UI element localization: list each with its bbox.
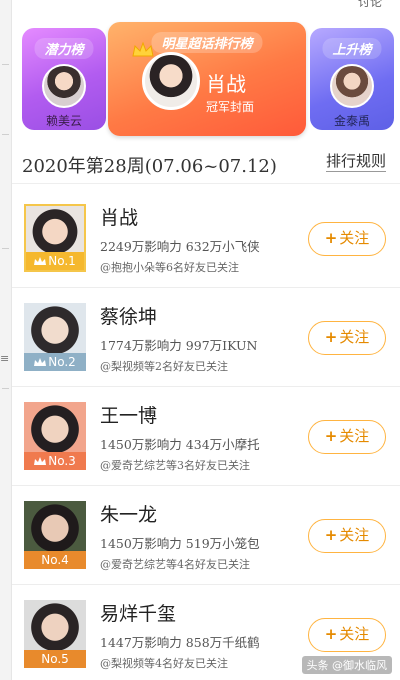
rising-list-card[interactable]: 上升榜 金泰禹 bbox=[310, 28, 394, 130]
star-photo: No.2 bbox=[24, 303, 86, 371]
potential-list-title: 潜力榜 bbox=[34, 38, 94, 59]
ranking-row[interactable]: No.2 蔡徐坤 1774万影响力 997万IKUN @梨视频等2名好友已关注 … bbox=[12, 288, 400, 387]
ranking-rules-link[interactable]: 排行规则 bbox=[325, 150, 386, 172]
star-name[interactable]: 朱一龙 bbox=[100, 500, 157, 527]
follow-button[interactable]: + 关注 bbox=[308, 222, 386, 256]
rank-badge: No.2 bbox=[24, 353, 86, 371]
friends-followed[interactable]: @爱奇艺综艺等4名好友已关注 bbox=[100, 556, 250, 572]
rank-badge: No.5 bbox=[24, 650, 86, 668]
friends-followed[interactable]: @抱抱小朵等6名好友已关注 bbox=[100, 259, 239, 275]
rank-number: No.1 bbox=[48, 254, 76, 268]
friends-followed[interactable]: @爱奇艺综艺等3名好友已关注 bbox=[100, 457, 250, 473]
edge-divider bbox=[2, 64, 9, 65]
follow-button[interactable]: + 关注 bbox=[308, 321, 386, 355]
plus-icon: + bbox=[324, 229, 338, 247]
influence-stats: 1450万影响力 434万小摩托 bbox=[100, 437, 260, 452]
star-ranking-title: 明星超话排行榜 bbox=[151, 32, 263, 53]
rank-badge: No.3 bbox=[24, 452, 86, 470]
friends-followed[interactable]: @梨视频等4名好友已关注 bbox=[100, 655, 228, 671]
rising-name: 金泰禹 bbox=[333, 114, 370, 128]
plus-icon: + bbox=[324, 427, 338, 445]
rising-avatar bbox=[330, 64, 374, 108]
follow-label: 关注 bbox=[339, 328, 370, 346]
follow-button[interactable]: + 关注 bbox=[308, 420, 386, 454]
follow-button[interactable]: + 关注 bbox=[308, 618, 386, 652]
rank-badge: No.4 bbox=[24, 551, 86, 569]
potential-avatar bbox=[42, 64, 86, 108]
influence-stats: 1774万影响力 997万IKUN bbox=[100, 338, 258, 353]
rank-crown-icon bbox=[34, 457, 47, 465]
plus-icon: + bbox=[324, 625, 338, 643]
follow-label: 关注 bbox=[339, 526, 370, 544]
champion-name: 肖战 bbox=[206, 72, 246, 96]
potential-name: 赖美云 bbox=[45, 114, 82, 128]
watermark-label: 头条 @御水临风 bbox=[301, 656, 392, 674]
edge-divider bbox=[2, 248, 9, 249]
influence-stats: 1450万影响力 519万小笼包 bbox=[100, 536, 260, 551]
follow-button[interactable]: + 关注 bbox=[308, 519, 386, 553]
star-name[interactable]: 王一博 bbox=[100, 401, 157, 428]
influence-stats: 2249万影响力 632万小飞侠 bbox=[100, 239, 260, 254]
edge-divider bbox=[2, 388, 9, 389]
ranking-row[interactable]: No.1 肖战 2249万影响力 632万小飞侠 @抱抱小朵等6名好友已关注 +… bbox=[12, 189, 400, 288]
star-name[interactable]: 易烊千玺 bbox=[100, 599, 176, 626]
week-label: 2020年第28周(07.06~07.12) bbox=[22, 156, 277, 177]
star-name[interactable]: 蔡徐坤 bbox=[100, 302, 157, 329]
rising-list-title: 上升榜 bbox=[322, 38, 382, 59]
plus-icon: + bbox=[324, 526, 338, 544]
edge-glyph: ≡ bbox=[0, 352, 10, 365]
champion-subtitle: 冠军封面 bbox=[206, 100, 255, 114]
ranking-row[interactable]: No.3 王一博 1450万影响力 434万小摩托 @爱奇艺综艺等3名好友已关注… bbox=[12, 387, 400, 486]
plus-icon: + bbox=[324, 328, 338, 346]
rank-number: No.2 bbox=[48, 355, 76, 369]
crown-icon bbox=[132, 42, 154, 57]
follow-label: 关注 bbox=[339, 427, 370, 445]
star-ranking-card[interactable]: 明星超话排行榜 肖战 冠军封面 bbox=[108, 22, 306, 136]
rank-crown-icon bbox=[34, 358, 47, 366]
champion-avatar bbox=[142, 52, 200, 110]
influence-stats: 1447万影响力 858万千纸鹤 bbox=[100, 635, 260, 650]
week-header: 2020年第28周(07.06~07.12) 排行规则 bbox=[12, 140, 400, 184]
star-photo: No.1 bbox=[24, 204, 86, 272]
star-photo: No.3 bbox=[24, 402, 86, 470]
star-photo: No.4 bbox=[24, 501, 86, 569]
potential-list-card[interactable]: 潜力榜 赖美云 bbox=[22, 28, 106, 130]
rank-number: No.5 bbox=[41, 652, 69, 666]
rank-crown-icon bbox=[34, 257, 47, 265]
rank-badge: No.1 bbox=[26, 252, 84, 270]
star-name[interactable]: 肖战 bbox=[100, 203, 138, 230]
left-edge-panel: ≡ bbox=[0, 0, 12, 680]
ranking-banner: 潜力榜 赖美云 明星超话排行榜 肖战 冠军封面 上升榜 金泰禹 bbox=[22, 22, 394, 140]
follow-label: 关注 bbox=[339, 625, 370, 643]
edge-divider bbox=[2, 134, 9, 135]
follow-label: 关注 bbox=[339, 229, 370, 247]
rank-number: No.3 bbox=[48, 454, 76, 468]
top-cut-text[interactable]: 讨论 bbox=[358, 0, 382, 10]
friends-followed[interactable]: @梨视频等2名好友已关注 bbox=[100, 358, 228, 374]
ranking-row[interactable]: No.4 朱一龙 1450万影响力 519万小笼包 @爱奇艺综艺等4名好友已关注… bbox=[12, 486, 400, 585]
rank-number: No.4 bbox=[41, 553, 69, 567]
star-photo: No.5 bbox=[24, 600, 86, 668]
